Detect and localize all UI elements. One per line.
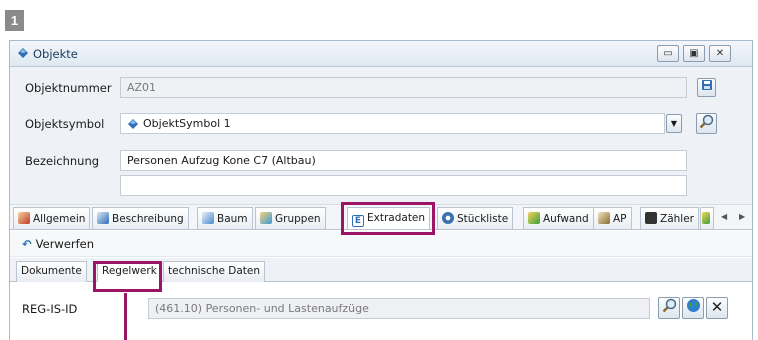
- objektsymbol-label: Objektsymbol: [25, 117, 105, 131]
- edit-icon: [18, 212, 30, 224]
- close-icon: ✕: [715, 48, 725, 59]
- contact-icon: [598, 212, 610, 224]
- objektnummer-field[interactable]: AZ01: [120, 77, 687, 98]
- bezeichnung-field-2[interactable]: [120, 175, 687, 196]
- bezeichnung-field[interactable]: Personen Aufzug Kone C7 (Altbau): [120, 150, 687, 171]
- counter-icon: [645, 212, 657, 224]
- step-badge: 1: [5, 10, 24, 31]
- tab-label: Baum: [217, 213, 248, 225]
- diamond-icon: [128, 119, 138, 132]
- tab-gruppen[interactable]: Gruppen: [255, 207, 326, 229]
- reg-search-button[interactable]: [658, 297, 680, 319]
- objektnummer-label: Objektnummer: [25, 81, 112, 95]
- objektsymbol-dropdown-button[interactable]: ▼: [666, 114, 682, 133]
- tabs-scroll-right-button[interactable]: ▶: [739, 212, 745, 221]
- tab-label: Stückliste: [457, 213, 509, 225]
- objekte-window: Objekte ▭ ▣ ✕ Objektnummer AZ01 Objektsy…: [9, 40, 753, 340]
- callout-pointer-line: [124, 293, 127, 340]
- undo-icon: ↶: [22, 237, 32, 251]
- maximize-button[interactable]: ▣: [683, 45, 705, 62]
- verwerfen-label: Verwerfen: [35, 237, 95, 251]
- verwerfen-button[interactable]: ↶ Verwerfen: [22, 237, 94, 251]
- search-button[interactable]: [696, 113, 717, 134]
- overflow-icon: [702, 212, 710, 224]
- save-button[interactable]: [697, 78, 716, 97]
- gear-icon: [442, 212, 454, 224]
- tab-overflow[interactable]: [700, 207, 714, 229]
- window-titlebar: Objekte ▭ ▣ ✕: [10, 41, 752, 67]
- tab-label: AP: [613, 213, 627, 225]
- search-icon: [662, 298, 676, 313]
- tab-zaehler[interactable]: Zähler: [640, 207, 699, 229]
- minimize-button[interactable]: ▭: [657, 45, 679, 62]
- tab-label: Zähler: [660, 213, 694, 225]
- maximize-icon: ▣: [689, 48, 699, 59]
- diamond-icon: [18, 48, 28, 61]
- tab-label: Aufwand: [543, 213, 589, 225]
- tab-label: Gruppen: [275, 213, 321, 225]
- subtab-dokumente[interactable]: Dokumente: [16, 261, 87, 282]
- reg-is-id-field[interactable]: (461.10) Personen- und Lastenaufzüge: [148, 298, 650, 319]
- tab-label: Beschreibung: [112, 213, 184, 225]
- reg-web-button[interactable]: [682, 297, 704, 319]
- reg-is-id-label: REG-IS-ID: [22, 302, 78, 316]
- objektsymbol-value: ObjektSymbol 1: [143, 117, 231, 130]
- close-button[interactable]: ✕: [709, 45, 731, 62]
- object-form: Objektnummer AZ01 Objektsymbol ObjektSym…: [10, 67, 752, 222]
- reg-clear-button[interactable]: ✕: [706, 297, 728, 319]
- tab-beschreibung[interactable]: Beschreibung: [92, 207, 189, 229]
- tab-baum[interactable]: Baum: [197, 207, 253, 229]
- subtab-technische-daten[interactable]: technische Daten: [163, 261, 266, 282]
- window-title: Objekte: [33, 47, 78, 61]
- tabs-scroll-left-button[interactable]: ◀: [721, 212, 727, 221]
- search-icon: [699, 114, 714, 129]
- chevron-down-icon: ▼: [670, 119, 678, 128]
- minimize-icon: ▭: [663, 48, 673, 59]
- save-icon: [701, 80, 712, 90]
- description-icon: [97, 212, 109, 224]
- tree-icon: [202, 212, 214, 224]
- tab-allgemein[interactable]: Allgemein: [13, 207, 91, 229]
- highlight-regelwerk-tab: [93, 261, 162, 292]
- groups-icon: [260, 212, 272, 224]
- tab-label: Allgemein: [33, 213, 86, 225]
- bezeichnung-label: Bezeichnung: [25, 154, 100, 168]
- objektsymbol-select[interactable]: ObjektSymbol 1: [120, 113, 665, 134]
- close-icon: ✕: [710, 298, 724, 316]
- highlight-extradaten-tab: [341, 202, 435, 235]
- effort-icon: [528, 212, 540, 224]
- tab-ap[interactable]: AP: [593, 207, 632, 229]
- tab-aufwand[interactable]: Aufwand: [523, 207, 594, 229]
- tab-stueckliste[interactable]: Stückliste: [437, 207, 514, 229]
- globe-icon: [686, 299, 700, 312]
